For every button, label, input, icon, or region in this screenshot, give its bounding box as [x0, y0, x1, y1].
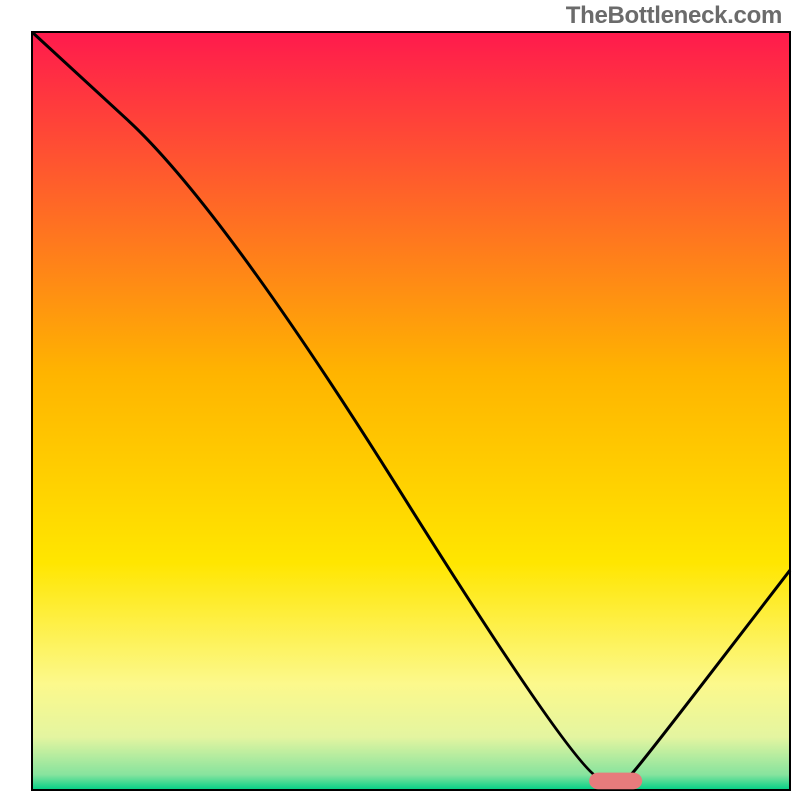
chart-container: { "brand": "TheBottleneck.com", "chart_d…	[0, 0, 800, 800]
plot-background	[32, 32, 790, 790]
chart-svg	[0, 0, 800, 800]
optimal-marker	[589, 773, 642, 790]
